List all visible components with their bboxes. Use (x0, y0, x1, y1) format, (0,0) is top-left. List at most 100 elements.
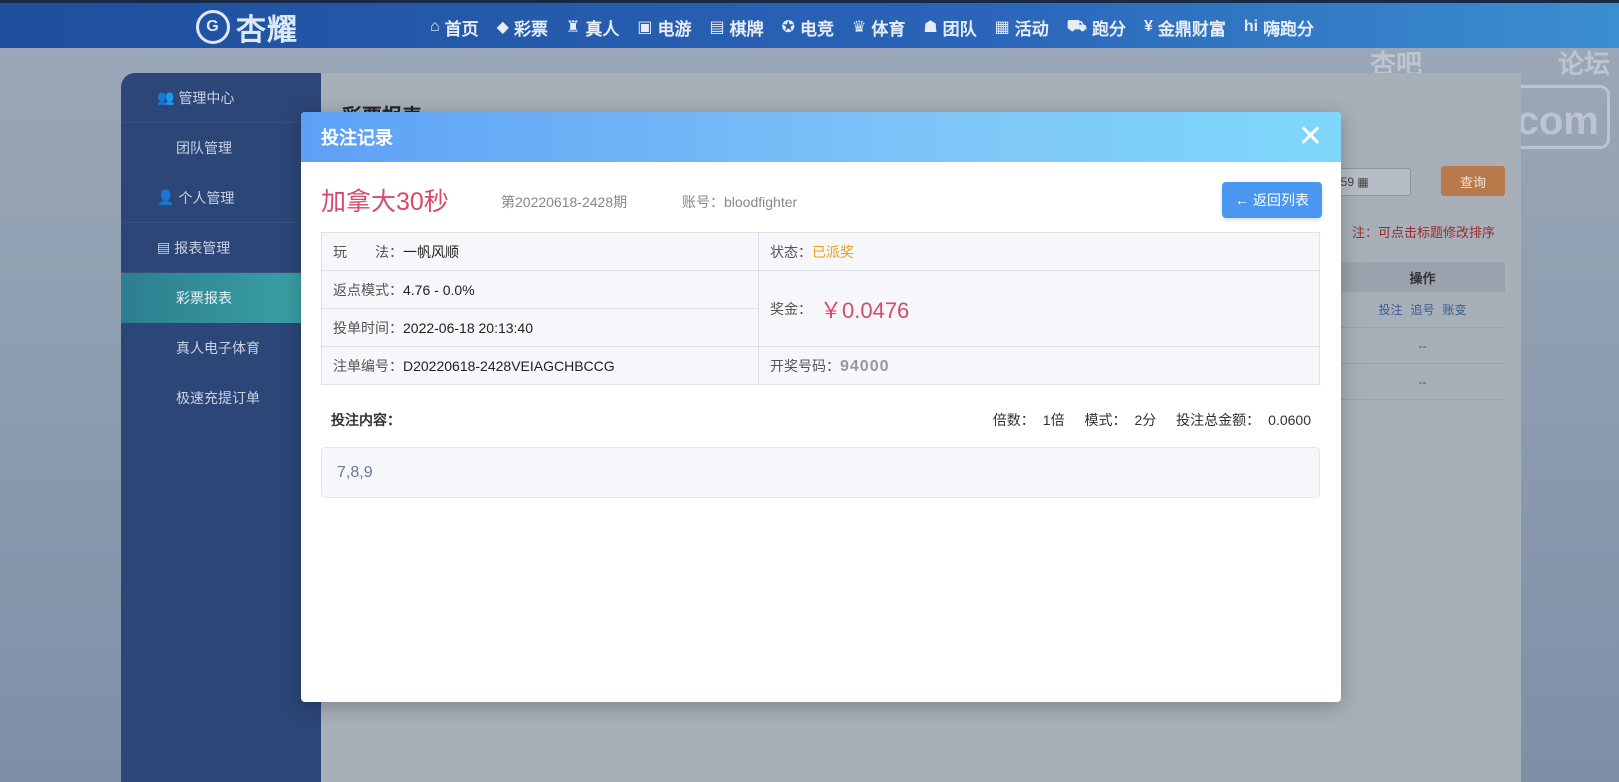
bet-record-modal: 投注记录 ✕ 加拿大30秒 第20220618-2428期 账号：bloodfi… (301, 112, 1341, 702)
nav-lottery[interactable]: ◆ 彩票 (497, 15, 548, 40)
game-name: 加拿大30秒 (321, 188, 449, 216)
order-cell: 注单编号：D20220618-2428VEIAGCHBCCG (321, 346, 759, 385)
arrow-left-icon: ← (1235, 192, 1249, 208)
report-icon: ▤ (157, 239, 171, 255)
gift-icon: ▦ (994, 19, 1010, 36)
status-badge: 已派奖 (812, 243, 854, 260)
sidebar-group-personal[interactable]: 👤 个人管理 (121, 173, 321, 223)
cards-icon: ▤ (709, 19, 725, 36)
site-logo[interactable]: G 杏耀 (196, 7, 298, 47)
bet-link[interactable]: 投注 (1378, 301, 1402, 318)
mode-value: 2分 (1134, 412, 1157, 428)
status-cell: 状态：已派奖 (758, 232, 1320, 271)
table-row-actions: 投注 追号 账变 (1340, 292, 1505, 328)
back-button-label: 返回列表 (1253, 192, 1309, 208)
nav-paofen[interactable]: ⛟ 跑分 (1067, 15, 1126, 40)
back-to-list-button[interactable]: ← 返回列表 (1222, 182, 1322, 218)
nav-hi-paofen[interactable]: hi 嗨跑分 (1244, 15, 1314, 40)
order-value: D20220618-2428VEIAGCHBCCG (403, 357, 615, 374)
total-value: 0.0600 (1268, 412, 1311, 428)
nav-events[interactable]: ▦ 活动 (995, 15, 1049, 40)
prize-cell: 奖金： ￥0.0476 (758, 270, 1320, 347)
bet-summary: 加拿大30秒 第20220618-2428期 账号：bloodfighter ←… (301, 162, 1341, 232)
nav-label: 真人 (585, 19, 620, 39)
rebate-cell: 返点模式：4.76 - 0.0% (321, 270, 759, 309)
nav-live[interactable]: ♜ 真人 (566, 15, 619, 40)
watermark-text: 论坛 (1557, 49, 1610, 79)
live-icon: ♜ (565, 19, 581, 36)
account-info: 账号：bloodfighter (682, 192, 797, 212)
home-icon: ⌂ (430, 18, 440, 35)
bet-time-value: 2022-06-18 20:13:40 (403, 319, 533, 336)
account-value: bloodfighter (724, 194, 798, 210)
table-cell: -- (1340, 328, 1505, 364)
sidebar-group-label: 报表管理 (174, 239, 231, 256)
table-cell: -- (1340, 364, 1505, 400)
table-row: 注单编号：D20220618-2428VEIAGCHBCCG 开奖号码：9400… (321, 346, 1320, 385)
bet-meta: 倍数： 1倍 模式： 2分 投注总金额： 0.0600 (977, 410, 1311, 430)
nav-sports[interactable]: ♛ 体育 (852, 15, 905, 40)
issue-number: 第20220618-2428期 (501, 194, 628, 210)
draw-label: 开奖号码： (770, 357, 840, 374)
sidebar-group-label: 管理中心 (178, 89, 235, 106)
close-icon[interactable]: ✕ (1298, 122, 1323, 152)
nav-label: 彩票 (513, 19, 548, 39)
calendar-icon: ▦ (1357, 175, 1369, 189)
nav-label: 首页 (444, 19, 479, 39)
total-label: 投注总金额： (1176, 412, 1261, 428)
multiple-info: 倍数： 1倍 (985, 412, 1065, 428)
chase-link[interactable]: 追号 (1410, 301, 1434, 318)
rebate-label: 返点模式： (333, 281, 403, 298)
sidebar-item-fast-orders[interactable]: 极速充提订单 (121, 373, 321, 423)
total-info: 投注总金额： 0.0600 (1168, 412, 1311, 428)
multiple-label: 倍数： (992, 412, 1035, 428)
sidebar: 👥 管理中心 团队管理 👤 个人管理 ▤ 报表管理 彩票报表 真人电子体育 极速充提订… (121, 73, 321, 782)
nav-jinding[interactable]: ¥ 金鼎财富 (1144, 15, 1226, 40)
logo-emblem-icon: G (196, 10, 230, 44)
play-cell: 玩 法：一帆风顺 (321, 232, 759, 271)
slot-icon: ▣ (637, 19, 653, 36)
car-icon: ⛟ (1066, 18, 1087, 35)
money-icon: ¥ (1143, 18, 1153, 35)
table-header-actions[interactable]: 操作 (1340, 262, 1505, 292)
sidebar-item-live-sports-report[interactable]: 真人电子体育 (121, 323, 321, 373)
sort-note: 注：可点击标题修改排序 (1352, 225, 1496, 240)
mode-info: 模式： 2分 (1076, 412, 1156, 428)
sidebar-group-management[interactable]: 👥 管理中心 (121, 73, 321, 123)
sidebar-item-team[interactable]: 团队管理 (121, 123, 321, 173)
sidebar-group-reports[interactable]: ▤ 报表管理 (121, 223, 321, 273)
main-nav: ⌂ 首页 ◆ 彩票 ♜ 真人 ▣ 电游 ▤ 棋牌 ✪ 电竞 ♛ 体育 ☗ 团队 ▦ 活动 ⛟ 跑分 … (430, 3, 1314, 51)
bet-time-cell: 投单时间：2022-06-18 20:13:40 (321, 308, 759, 347)
nav-esports[interactable]: ✪ 电竞 (782, 15, 834, 40)
table-row: 返点模式：4.76 - 0.0% 奖金： ￥0.0476 (321, 270, 1320, 347)
nav-slots[interactable]: ▣ 电游 (637, 15, 691, 40)
draw-number: 94000 (840, 357, 890, 375)
sidebar-group-label: 个人管理 (178, 189, 235, 206)
balance-change-link[interactable]: 账变 (1443, 301, 1467, 318)
nav-label: 电竞 (799, 19, 834, 39)
sidebar-item-lottery-report[interactable]: 彩票报表 (121, 273, 321, 323)
people-icon: 👥 (157, 89, 175, 105)
nav-team[interactable]: ☗ 团队 (923, 15, 976, 40)
nav-label: 体育 (871, 19, 906, 39)
modal-title: 投注记录 (321, 128, 393, 148)
query-button[interactable]: 查询 (1441, 166, 1505, 196)
gamepad-icon: ✪ (781, 19, 795, 36)
mode-label: 模式： (1084, 412, 1127, 428)
top-navbar: G 杏耀 ⌂ 首页 ◆ 彩票 ♜ 真人 ▣ 电游 ▤ 棋牌 ✪ 电竞 ♛ 体育 ☗ 团队 ▦ 活动… (0, 0, 1619, 48)
prize-label: 奖金： (770, 300, 812, 317)
lottery-icon: ◆ (496, 19, 509, 36)
bet-content-header: 投注内容： 倍数： 1倍 模式： 2分 投注总金额： 0.0600 (331, 410, 1311, 430)
nav-cards[interactable]: ▤ 棋牌 (709, 15, 763, 40)
nav-label: 嗨跑分 (1263, 19, 1315, 39)
play-label: 玩 法： (333, 243, 403, 260)
nav-label: 跑分 (1091, 19, 1126, 39)
hi-icon: hi (1243, 18, 1259, 35)
nav-home[interactable]: ⌂ 首页 (430, 15, 479, 40)
multiple-value: 1倍 (1042, 412, 1065, 428)
status-label: 状态： (770, 243, 812, 260)
bet-time-label: 投单时间： (333, 319, 403, 336)
bet-content-box: 7,8,9 (321, 447, 1320, 498)
draw-cell: 开奖号码：94000 (758, 346, 1320, 385)
nav-label: 棋牌 (729, 19, 764, 39)
